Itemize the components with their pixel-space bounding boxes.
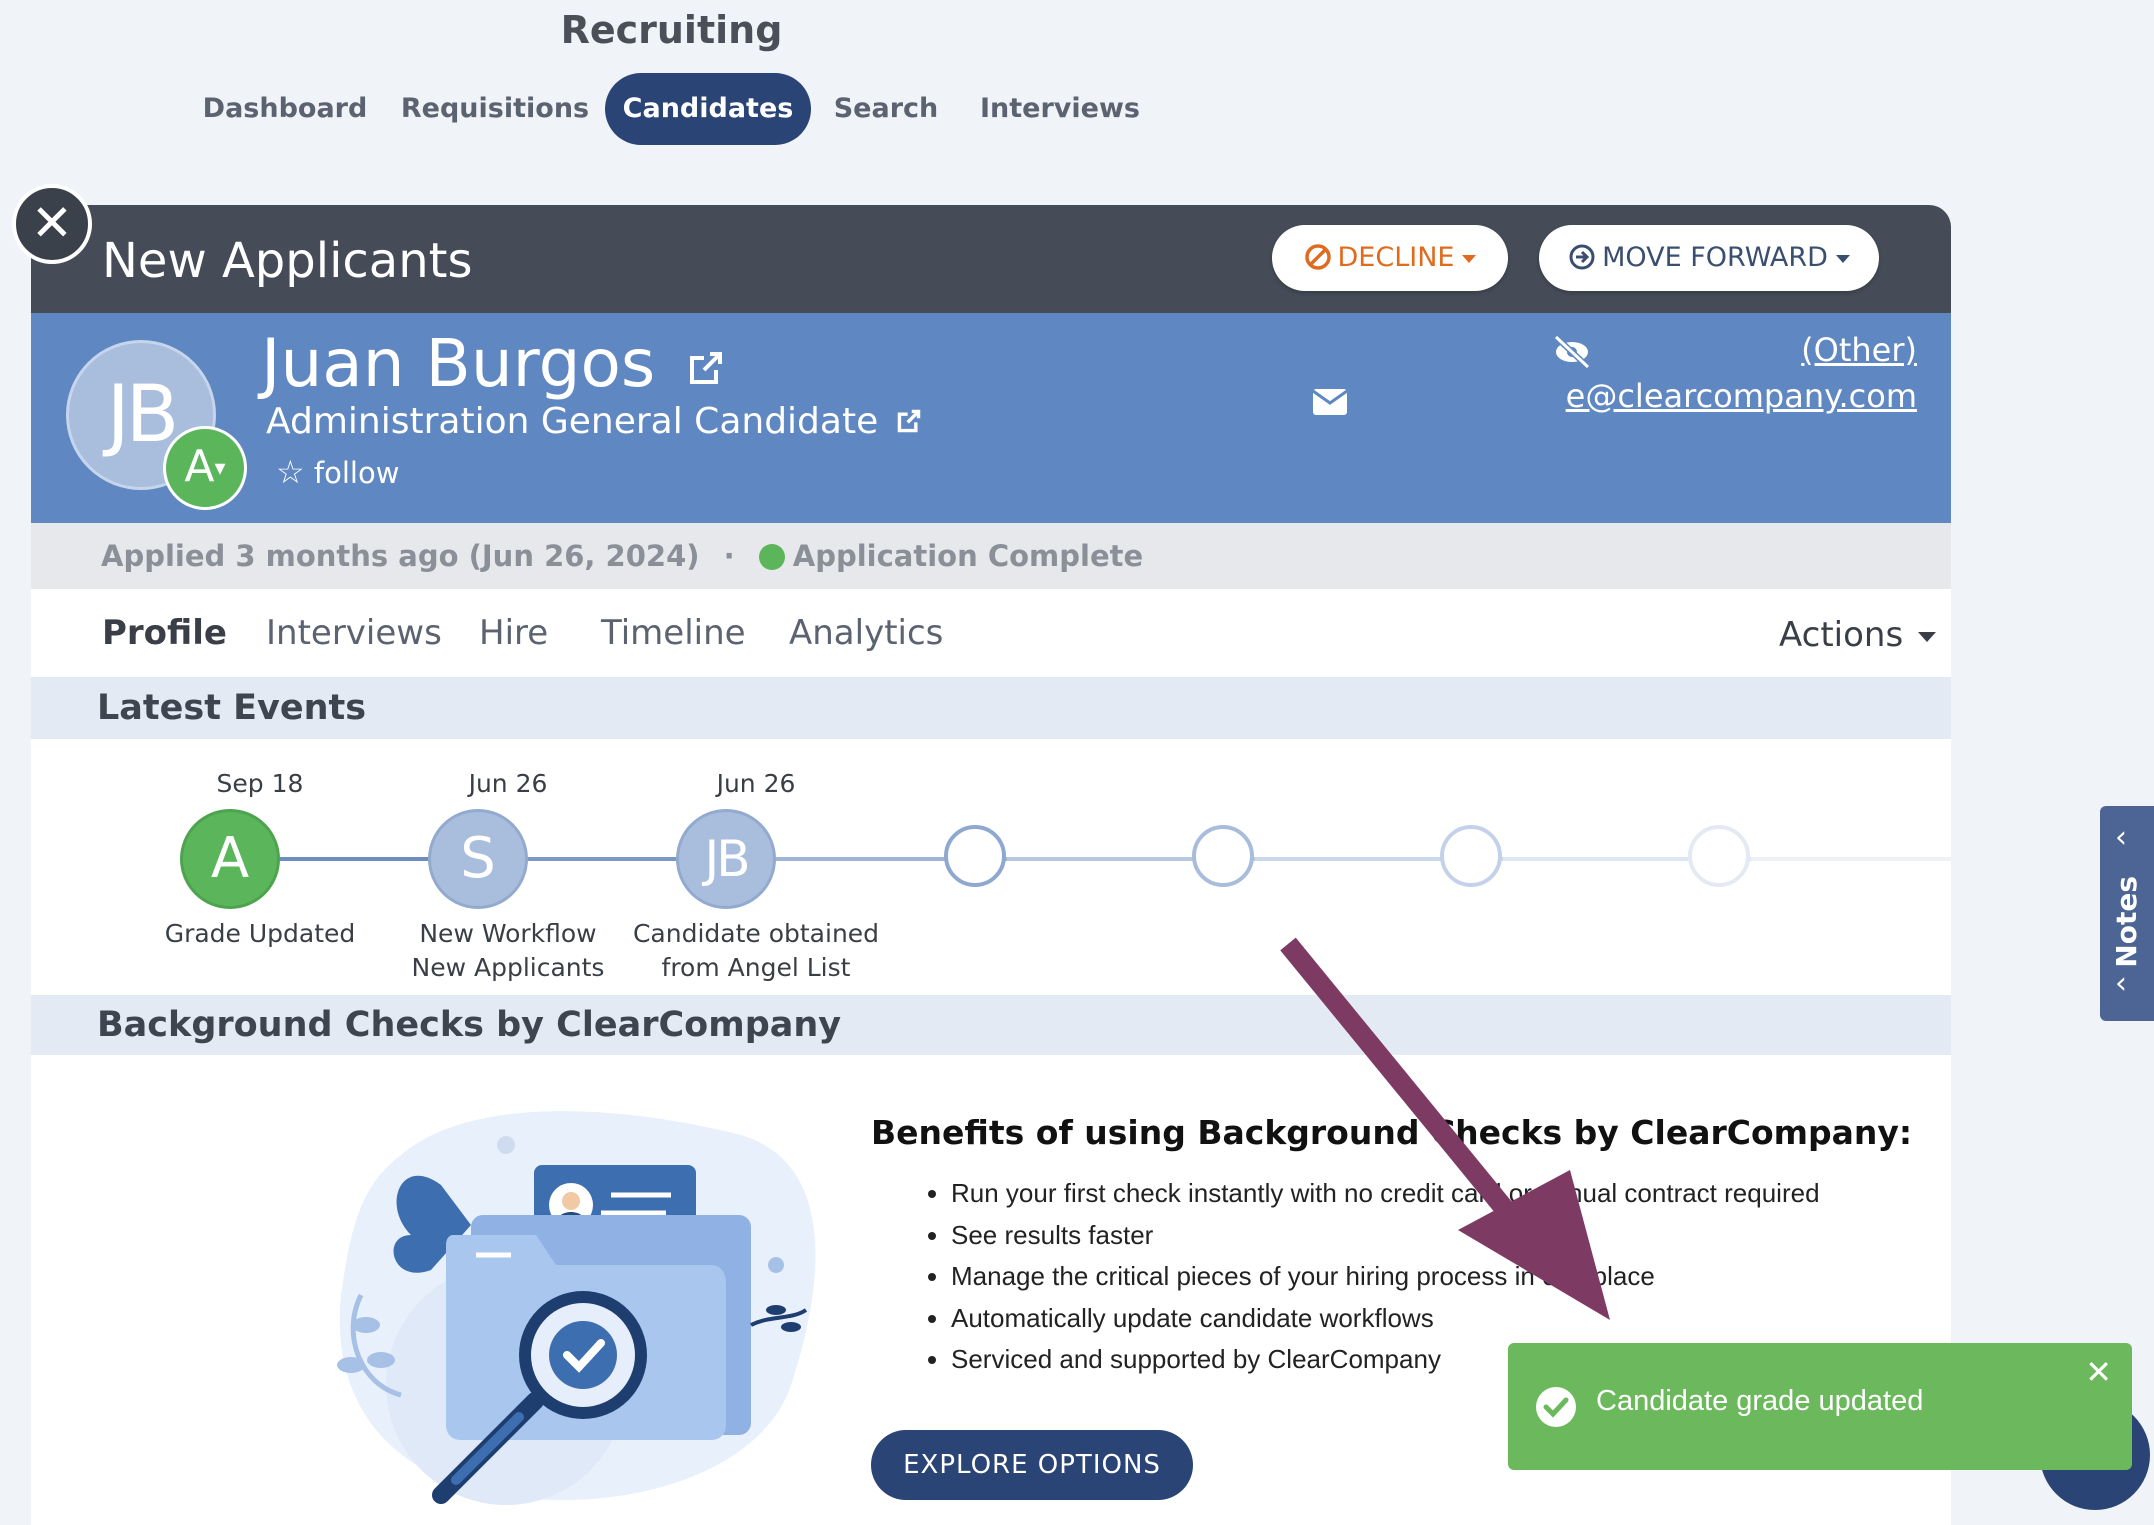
event-node-empty bbox=[1192, 825, 1254, 887]
nav-tab-interviews[interactable]: Interviews bbox=[980, 73, 1140, 145]
events-timeline: Sep 18 A Grade Updated Jun 26 S New Work… bbox=[31, 739, 1951, 995]
external-link-icon[interactable] bbox=[894, 406, 924, 436]
applied-date: Applied 3 months ago (Jun 26, 2024) bbox=[101, 539, 700, 573]
timeline-connector bbox=[1751, 857, 1951, 861]
move-forward-button[interactable]: MOVE FORWARD bbox=[1539, 225, 1879, 291]
candidate-banner: JB A▾ Juan Burgos Administration General… bbox=[31, 313, 1951, 523]
profile-tabs: Profile Interviews Hire Timeline Analyti… bbox=[31, 589, 1951, 679]
candidate-role[interactable]: Administration General Candidate bbox=[266, 401, 924, 442]
event-date: Sep 18 bbox=[216, 769, 304, 798]
grade-badge[interactable]: A▾ bbox=[163, 426, 247, 510]
event-node-grade[interactable]: A bbox=[180, 809, 280, 909]
toast-message: Candidate grade updated bbox=[1596, 1385, 1924, 1417]
envelope-icon[interactable] bbox=[1313, 389, 1347, 415]
event-node-workflow[interactable]: S bbox=[428, 809, 528, 909]
app-title: Recruiting bbox=[560, 8, 783, 52]
grade-value: A bbox=[184, 441, 215, 492]
external-link-icon[interactable] bbox=[684, 346, 728, 390]
background-checks-header: Background Checks by ClearCompany bbox=[31, 995, 1951, 1055]
application-status: Application Complete bbox=[792, 539, 1144, 573]
chevron-left-icon: ‹ bbox=[2115, 820, 2127, 855]
event-node-source[interactable]: JB bbox=[676, 809, 776, 909]
chevron-down-icon bbox=[1835, 254, 1850, 263]
chevron-down-icon bbox=[1462, 254, 1477, 263]
event-label: Candidate obtained from Angel List bbox=[632, 919, 880, 982]
move-forward-label: MOVE FORWARD bbox=[1602, 242, 1828, 273]
nav-tab-search[interactable]: Search bbox=[826, 73, 946, 145]
background-check-illustration bbox=[337, 1111, 816, 1505]
event-label: Grade Updated bbox=[164, 919, 356, 948]
event-date: Jun 26 bbox=[468, 769, 548, 798]
notes-label: Notes bbox=[2110, 876, 2143, 968]
tab-profile[interactable]: Profile bbox=[102, 613, 227, 653]
candidate-panel: New Applicants DECLINE MOVE FORWARD JB A… bbox=[31, 205, 1951, 1525]
panel-title: New Applicants bbox=[102, 233, 473, 289]
actions-label: Actions bbox=[1779, 615, 1904, 655]
actions-dropdown[interactable]: Actions bbox=[1779, 615, 1937, 655]
tab-analytics[interactable]: Analytics bbox=[789, 613, 943, 653]
follow-label: follow bbox=[313, 456, 400, 490]
star-icon: ☆ bbox=[276, 453, 305, 491]
top-nav: Dashboard Requisitions Candidates Search… bbox=[0, 73, 1343, 145]
explore-options-button[interactable]: EXPLORE OPTIONS bbox=[871, 1430, 1193, 1500]
nav-tab-dashboard[interactable]: Dashboard bbox=[195, 73, 375, 145]
notes-side-tab[interactable]: ‹ Notes ‹ bbox=[2100, 806, 2154, 1021]
panel-header: New Applicants DECLINE MOVE FORWARD bbox=[31, 205, 1951, 313]
decline-button[interactable]: DECLINE bbox=[1272, 225, 1508, 291]
tab-interviews[interactable]: Interviews bbox=[266, 613, 442, 653]
event-date: Jun 26 bbox=[716, 769, 796, 798]
event-node-empty bbox=[1688, 825, 1750, 887]
event-node-empty bbox=[944, 825, 1006, 887]
tab-timeline[interactable]: Timeline bbox=[601, 613, 746, 653]
toast-notification: Candidate grade updated ✕ bbox=[1508, 1343, 2132, 1470]
candidate-name[interactable]: Juan Burgos bbox=[261, 325, 728, 402]
candidate-role-text: Administration General Candidate bbox=[266, 401, 879, 442]
email-link[interactable]: e@clearcompany.com bbox=[1566, 377, 1917, 415]
annotation-arrow bbox=[1280, 937, 1610, 1320]
close-icon: ✕ bbox=[31, 194, 73, 252]
decline-label: DECLINE bbox=[1337, 242, 1455, 273]
event-node-empty bbox=[1440, 825, 1502, 887]
nav-tab-candidates[interactable]: Candidates bbox=[605, 73, 811, 145]
latest-events-header: Latest Events bbox=[31, 677, 1951, 739]
nav-tab-requisitions[interactable]: Requisitions bbox=[398, 73, 592, 145]
caret-down-icon bbox=[1918, 631, 1937, 642]
close-panel-button[interactable]: ✕ bbox=[12, 184, 92, 264]
status-separator: · bbox=[723, 539, 735, 573]
phone-type-link[interactable]: (Other) bbox=[1801, 331, 1917, 369]
status-dot-icon bbox=[758, 544, 785, 570]
check-circle-icon bbox=[1536, 1387, 1576, 1427]
candidate-name-text: Juan Burgos bbox=[261, 325, 656, 402]
arrow-circle-right-icon bbox=[1569, 244, 1595, 270]
event-label: New Workflow New Applicants bbox=[411, 919, 605, 982]
close-icon[interactable]: ✕ bbox=[2085, 1353, 2112, 1391]
ban-icon bbox=[1304, 244, 1331, 270]
tab-hire[interactable]: Hire bbox=[479, 613, 548, 653]
follow-toggle[interactable]: ☆ follow bbox=[276, 453, 399, 491]
chevron-left-icon: ‹ bbox=[2115, 966, 2127, 1001]
application-status-bar: Applied 3 months ago (Jun 26, 2024) · Ap… bbox=[31, 523, 1951, 589]
eye-slash-icon[interactable] bbox=[1552, 335, 1592, 369]
